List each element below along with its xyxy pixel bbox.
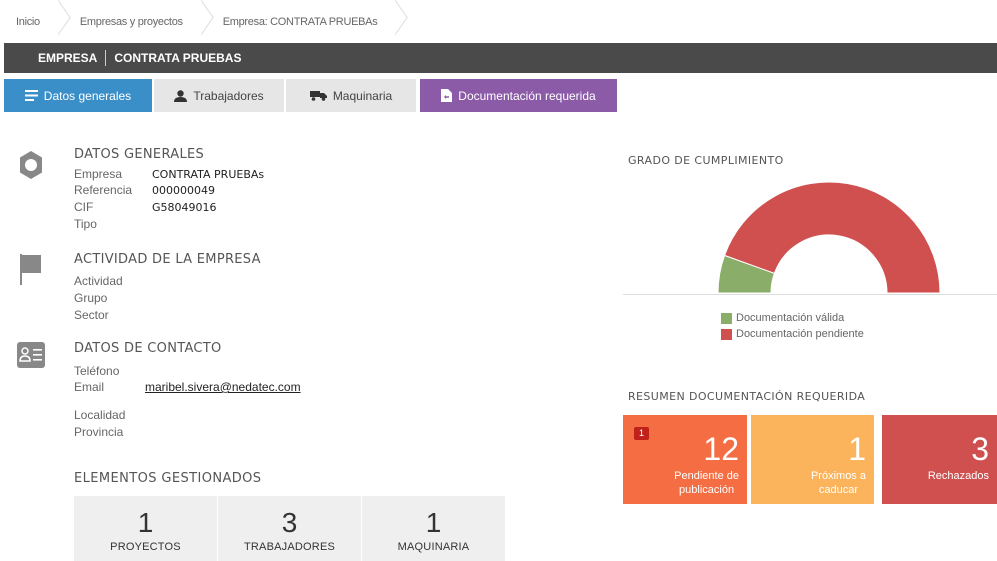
breadcrumb-empresas[interactable]: Empresas y proyectos — [80, 0, 183, 43]
card-label: Próximos a caducar — [811, 469, 866, 497]
field-value-referencia: 000000049 — [152, 184, 215, 197]
card-label-line2: publicación — [679, 484, 735, 496]
breadcrumb-separator — [197, 0, 211, 43]
list-icon — [24, 90, 38, 101]
card-label-line1: Próximos a — [810, 470, 866, 482]
field-label-telefono: Teléfono — [74, 364, 120, 378]
flag-icon — [17, 253, 45, 285]
tab-datos-generales[interactable]: Datos generales — [4, 79, 152, 112]
compliance-gauge-chart — [717, 181, 941, 294]
field-label-tipo: Tipo — [74, 217, 97, 231]
section-title-contacto: DATOS DE CONTACTO — [74, 341, 222, 356]
card-count: 1 — [848, 431, 866, 467]
field-value-cif: G58049016 — [152, 201, 217, 214]
email-link[interactable]: maribel.sivera@nedatec.com — [145, 380, 301, 394]
company-header: EMPRESA CONTRATA PRUEBAS — [4, 43, 997, 73]
breadcrumb-home[interactable]: Inicio — [16, 0, 40, 43]
card-proximos-caducar[interactable]: 1 Próximos a caducar — [751, 415, 874, 504]
tab-label: Datos generales — [43, 88, 132, 103]
breadcrumb-item-label: Empresa: CONTRATA PRUEBAs — [222, 15, 378, 28]
card-label-line1: Rechazados — [927, 470, 989, 482]
field-label-referencia: Referencia — [74, 183, 133, 197]
user-icon — [174, 89, 188, 102]
company-header-divider — [105, 50, 107, 66]
truck-icon — [309, 90, 327, 101]
legend-label-pending: Documentación pendiente — [736, 328, 864, 340]
legend-swatch-valid — [721, 312, 732, 324]
breadcrumb-separator — [54, 0, 68, 43]
tab-label: Documentación requerida — [458, 88, 596, 103]
field-value-empresa: CONTRATA PRUEBAs — [152, 168, 265, 181]
tab-label: Trabajadores — [193, 88, 264, 103]
breadcrumb-separator — [391, 0, 405, 43]
managed-proyectos-box[interactable]: 1 PROYECTOS — [74, 496, 217, 561]
tab-label: Maquinaria — [332, 88, 393, 103]
managed-label: MAQUINARIA — [397, 541, 470, 553]
card-pendiente-publicacion[interactable]: 1 12 Pendiente de publicación — [623, 415, 747, 504]
card-label-line1: Pendiente de — [674, 470, 739, 482]
managed-label: TRABAJADORES — [243, 541, 336, 553]
field-label-sector: Sector — [74, 308, 109, 322]
field-label-provincia: Provincia — [74, 425, 124, 439]
tab-trabajadores[interactable]: Trabajadores — [154, 79, 284, 112]
field-label-empresa: Empresa — [74, 167, 123, 181]
managed-maquinaria-box[interactable]: 1 MAQUINARIA — [362, 496, 505, 561]
managed-count: 3 — [281, 507, 298, 538]
contact-card-icon — [17, 342, 45, 370]
section-title-actividad: ACTIVIDAD DE LA EMPRESA — [74, 252, 261, 267]
gauge-baseline — [623, 294, 997, 295]
breadcrumb: Inicio Empresas y proyectos Empresa: CON… — [0, 0, 997, 43]
tab-documentacion-requerida[interactable]: Documentación requerida — [420, 79, 617, 112]
breadcrumb-item-label[interactable]: Inicio — [16, 16, 40, 28]
tab-bar: Datos generales Trabajadores Maquinaria … — [4, 79, 619, 112]
managed-count: 1 — [425, 507, 442, 538]
field-label-localidad: Localidad — [74, 408, 126, 422]
legend-label-valid: Documentación válida — [736, 312, 845, 324]
field-label-cif: CIF — [74, 200, 94, 214]
section-title-resumen: RESUMEN DOCUMENTACIÓN REQUERIDA — [628, 390, 866, 403]
section-title-datos-generales: DATOS GENERALES — [74, 147, 205, 162]
legend-item-valid[interactable]: Documentación válida — [721, 312, 844, 324]
managed-trabajadores-box[interactable]: 3 TRABAJADORES — [218, 496, 361, 561]
document-icon — [441, 89, 453, 102]
card-count: 3 — [971, 431, 989, 467]
breadcrumb-item-label[interactable]: Empresas y proyectos — [80, 16, 183, 28]
field-label-grupo: Grupo — [74, 291, 108, 305]
section-title-elementos: ELEMENTOS GESTIONADOS — [74, 471, 262, 486]
field-label-actividad: Actividad — [74, 274, 123, 288]
card-label: Pendiente de publicación — [674, 469, 739, 497]
legend-swatch-pending — [721, 328, 732, 340]
managed-count: 1 — [137, 507, 154, 538]
company-header-label: EMPRESA — [38, 51, 98, 65]
field-label-email: Email — [74, 380, 105, 394]
legend-item-pending[interactable]: Documentación pendiente — [721, 328, 864, 340]
notification-badge: 1 — [634, 427, 649, 440]
chart-title-grado: GRADO DE CUMPLIMIENTO — [628, 154, 784, 167]
managed-label: PROYECTOS — [110, 541, 181, 553]
gear-icon — [17, 150, 45, 179]
card-rechazados[interactable]: 3 Rechazados — [882, 415, 997, 504]
card-label-line2: caducar — [818, 484, 859, 496]
card-count: 12 — [703, 431, 739, 467]
company-name: CONTRATA PRUEBAS — [114, 51, 242, 65]
tab-maquinaria[interactable]: Maquinaria — [286, 79, 416, 112]
breadcrumb-current: Empresa: CONTRATA PRUEBAs — [223, 0, 378, 43]
card-label: Rechazados — [928, 469, 989, 483]
